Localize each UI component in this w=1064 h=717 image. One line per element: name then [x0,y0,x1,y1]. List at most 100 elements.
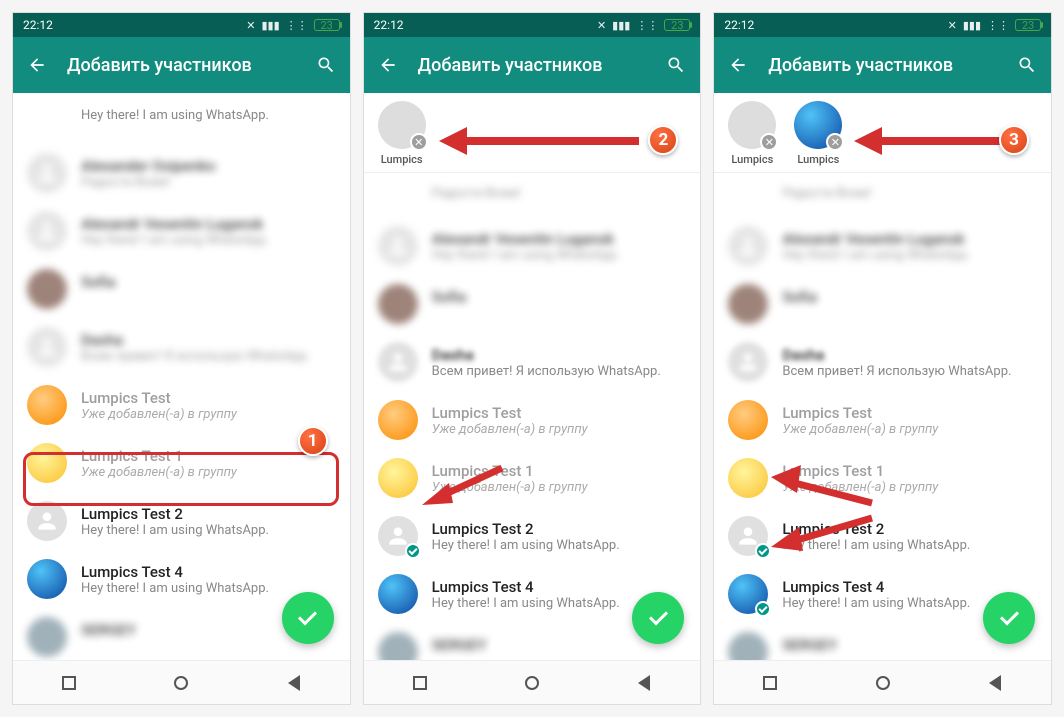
contact-status: Уже добавлен(-а) в группу [432,422,687,437]
contact-row-disabled: Lumpics Test 1Уже добавлен(-а) в группу [714,449,1051,507]
mute-icon: ✕ [948,19,957,32]
mute-icon: ✕ [597,19,606,32]
avatar [378,574,418,614]
contact-row[interactable]: Sofia [364,275,701,333]
contact-row[interactable]: Alexander OsipenkoРадости Всем! [13,144,350,202]
chip-avatar: ✕ [794,101,842,149]
contact-row[interactable]: DashaВсем привет! Я использую WhatsApp. [714,333,1051,391]
avatar [728,632,768,660]
home-button[interactable] [171,673,191,693]
search-button[interactable] [314,53,338,77]
app-bar: Добавить участников [13,37,350,93]
contact-row-disabled: Lumpics TestУже добавлен(-а) в группу [13,376,350,434]
selected-chip-lumpics[interactable]: ✕ Lumpics [728,101,776,166]
avatar [378,226,418,266]
search-icon [1017,55,1037,75]
selected-chip-lumpics[interactable]: ✕ Lumpics [378,101,426,166]
arrow-left-icon [27,55,47,75]
wifi-icon: ⋮⋮ [636,19,658,32]
contact-status: Уже добавлен(-а) в группу [81,465,336,480]
contact-name: Lumpics Test 1 [432,462,687,480]
recent-apps-button[interactable] [760,673,780,693]
back-button[interactable] [376,53,400,77]
status-time: 22:12 [374,18,404,32]
search-button[interactable] [1015,53,1039,77]
contact-status: Hey there! I am using WhatsApp. [81,523,336,538]
signal-icon: ▮▮▮ [262,19,280,32]
contact-row[interactable]: Радости Всем! [714,173,1051,217]
selected-chip-lumpics-2[interactable]: ✕ Lumpics [794,101,842,166]
status-bar: 22:12 ✕ ▮▮▮ ⋮⋮ 23 [364,13,701,37]
search-button[interactable] [664,53,688,77]
status-time: 22:12 [23,18,53,32]
contact-row-disabled: Lumpics TestУже добавлен(-а) в группу [714,391,1051,449]
avatar [27,617,67,657]
home-button[interactable] [873,673,893,693]
avatar [27,501,67,541]
contact-name: Lumpics Test [432,404,687,422]
recent-apps-button[interactable] [410,673,430,693]
chip-remove-icon[interactable]: ✕ [410,133,428,151]
avatar [728,400,768,440]
contact-row[interactable]: Alexandr Vesentin LuganskHey there! I am… [364,217,701,275]
contact-row-lumpics-test-2[interactable]: Lumpics Test 2Hey there! I am using What… [13,492,350,550]
status-bar: 22:12 ✕ ▮▮▮ ⋮⋮ 23 [714,13,1051,37]
avatar [728,342,768,382]
chip-remove-icon[interactable]: ✕ [826,133,844,151]
confirm-fab[interactable] [282,592,334,644]
battery-icon: 23 [1015,19,1041,31]
contact-status: Hey there! I am using WhatsApp. [81,108,336,123]
contact-row[interactable]: Радости Всем! [364,173,701,217]
contact-row-lumpics-test-2[interactable]: Lumpics Test 2Hey there! I am using What… [364,507,701,565]
appbar-title: Добавить участников [67,55,296,76]
contact-status: Уже добавлен(-а) в группу [432,480,687,495]
contact-list[interactable]: Радости Всем! Alexandr Vesentin LuganskH… [714,173,1051,660]
avatar [378,632,418,660]
contact-row[interactable]: Alexandr Vesentin LuganskHey there! I am… [13,202,350,260]
phone-screen-1: 22:12 ✕ ▮▮▮ ⋮⋮ 23 Добавить участников He… [12,12,351,705]
avatar [27,153,67,193]
confirm-fab[interactable] [632,592,684,644]
check-icon [755,543,771,559]
contact-status: Уже добавлен(-а) в группу [81,407,336,422]
avatar [27,559,67,599]
back-button[interactable] [985,673,1005,693]
status-time: 22:12 [724,18,754,32]
contact-list[interactable]: Hey there! I am using WhatsApp. Alexande… [13,93,350,660]
back-button[interactable] [634,673,654,693]
avatar [27,443,67,483]
app-bar: Добавить участников [714,37,1051,93]
contact-row[interactable]: DashaВсем привет! Я использую WhatsApp. [13,318,350,376]
avatar [27,211,67,251]
chip-remove-icon[interactable]: ✕ [760,133,778,151]
contact-row[interactable]: Sofia [13,260,350,318]
android-nav-bar [13,660,350,704]
back-button[interactable] [726,53,750,77]
android-nav-bar [714,660,1051,704]
wifi-icon: ⋮⋮ [286,19,308,32]
contact-row-lumpics-test-2[interactable]: Lumpics Test 2Hey there! I am using What… [714,507,1051,565]
contact-row[interactable]: Alexandr Vesentin LuganskHey there! I am… [714,217,1051,275]
phone-screen-3: 22:12 ✕ ▮▮▮ ⋮⋮ 23 Добавить участников ✕ … [713,12,1052,705]
contact-name: Lumpics Test 1 [81,447,336,465]
recent-apps-button[interactable] [59,673,79,693]
contact-list[interactable]: Радости Всем! Alexandr Vesentin LuganskH… [364,173,701,660]
contact-row[interactable]: Sofia [714,275,1051,333]
back-button[interactable] [25,53,49,77]
signal-icon: ▮▮▮ [963,19,981,32]
chip-avatar: ✕ [728,101,776,149]
contact-status: Уже добавлен(-а) в группу [782,422,1037,437]
contact-status: Уже добавлен(-а) в группу [782,480,1037,495]
contact-name: Lumpics Test 4 [81,563,336,581]
contact-status: Hey there! I am using WhatsApp. [432,538,687,553]
back-button[interactable] [284,673,304,693]
home-button[interactable] [522,673,542,693]
avatar [728,458,768,498]
contact-status: Всем привет! Я использую WhatsApp. [782,364,1037,379]
search-icon [316,55,336,75]
contact-row[interactable]: DashaВсем привет! Я использую WhatsApp. [364,333,701,391]
confirm-fab[interactable] [983,592,1035,644]
avatar [378,342,418,382]
contact-row-disabled: Lumpics TestУже добавлен(-а) в группу [364,391,701,449]
contact-row[interactable]: Hey there! I am using WhatsApp. [13,93,350,144]
